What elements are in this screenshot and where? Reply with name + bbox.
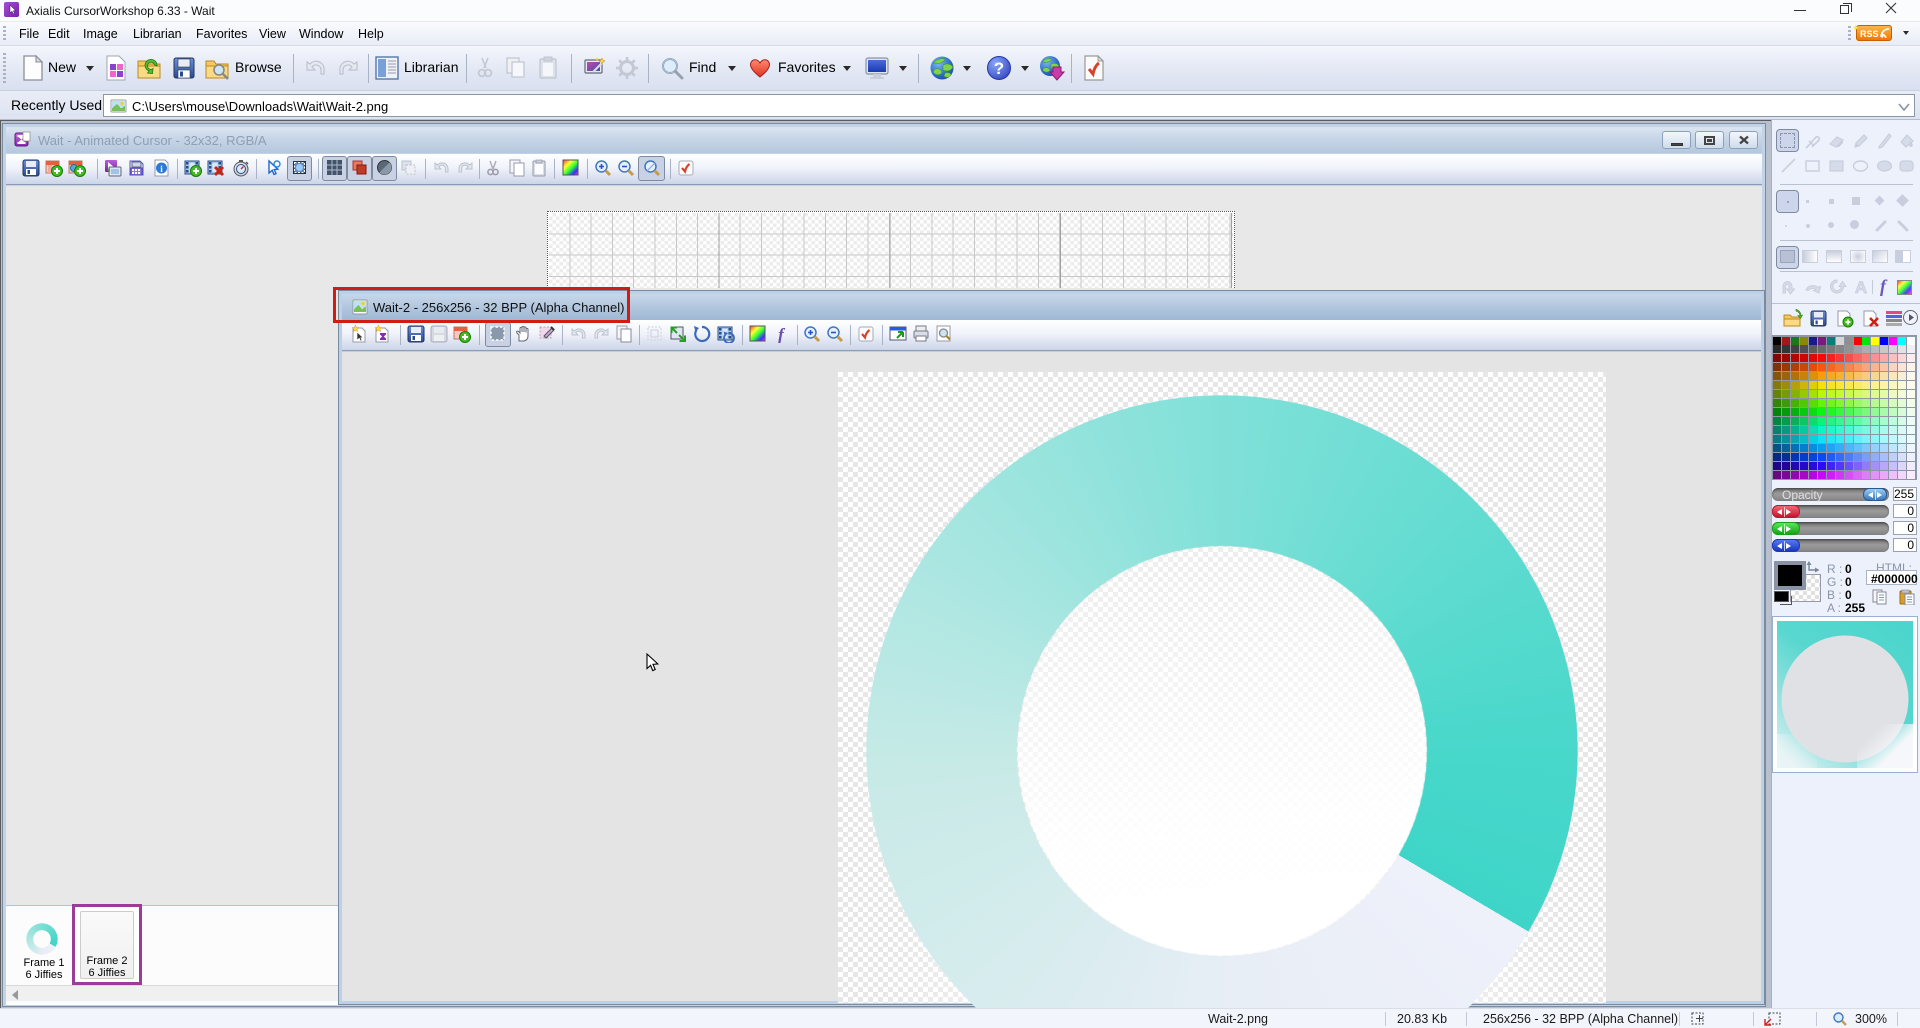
svg-text:f: f [1880, 276, 1888, 296]
svg-text:?: ? [994, 59, 1004, 78]
svg-text:A: A [1855, 278, 1867, 297]
svg-text:f: f [778, 325, 786, 343]
